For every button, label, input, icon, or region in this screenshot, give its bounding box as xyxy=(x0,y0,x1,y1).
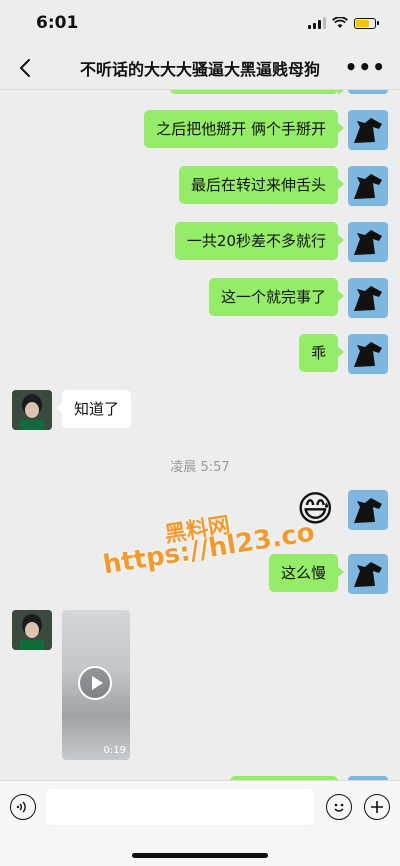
message-bubble[interactable]: 之后把他掰开 俩个手掰开 xyxy=(144,110,344,148)
avatar[interactable] xyxy=(12,610,52,650)
avatar[interactable] xyxy=(348,90,388,94)
chat-header: 不听话的大大大骚逼大黑逼贱母狗 ••• xyxy=(0,46,400,90)
message-bubble[interactable]: 这么慢 xyxy=(268,554,345,592)
home-indicator xyxy=(132,853,268,858)
avatar[interactable] xyxy=(348,278,388,318)
smile-icon[interactable] xyxy=(326,794,352,820)
message-bubble[interactable]: 一共20秒差不多就行 xyxy=(174,222,345,260)
voice-icon[interactable] xyxy=(10,794,36,820)
message-row: 最后在转过来伸舌头 xyxy=(178,166,388,206)
horse-avatar-icon xyxy=(354,342,382,367)
message-input[interactable] xyxy=(46,789,314,825)
message-row: 乖 xyxy=(298,334,388,374)
horse-avatar-icon xyxy=(354,498,382,523)
message-bubble[interactable]: 知道了 xyxy=(55,390,132,428)
message-row: 之后把他掰开 俩个手掰开 xyxy=(144,110,388,150)
message-row xyxy=(170,90,388,95)
avatar[interactable] xyxy=(348,222,388,262)
avatar[interactable] xyxy=(348,110,388,150)
video-message[interactable]: 0:19 xyxy=(62,610,130,760)
plus-icon[interactable] xyxy=(364,794,390,820)
message-list[interactable]: 之后把他掰开 俩个手掰开 最后在转过来伸舌头 一共20秒差不多就行 这一个就完事… xyxy=(0,90,400,780)
message-bubble[interactable]: 乖 xyxy=(298,334,345,372)
horse-avatar-icon xyxy=(354,118,382,143)
signal-icon xyxy=(308,17,326,29)
message-row: 😅 xyxy=(296,490,388,530)
message-row: 一共20秒差不多就行 xyxy=(174,222,388,262)
video-duration: 0:19 xyxy=(103,745,126,756)
horse-avatar-icon xyxy=(354,230,382,255)
horse-avatar-icon xyxy=(354,286,382,311)
message-bubble[interactable] xyxy=(170,90,344,95)
message-bubble[interactable]: 最后在转过来伸舌头 xyxy=(178,166,345,204)
avatar[interactable] xyxy=(348,554,388,594)
wifi-icon xyxy=(332,17,348,28)
avatar[interactable] xyxy=(12,390,52,430)
message-row: 这么慢 xyxy=(268,554,388,594)
horse-avatar-icon xyxy=(354,562,382,587)
watermark-title: 黑料网 xyxy=(162,512,232,548)
avatar[interactable] xyxy=(348,334,388,374)
avatar[interactable] xyxy=(348,166,388,206)
status-icons xyxy=(308,17,379,29)
more-options-icon[interactable]: ••• xyxy=(345,55,386,79)
message-bubble[interactable]: 这一个就完事了 xyxy=(208,278,345,316)
contact-avatar-icon xyxy=(12,610,52,650)
message-row: 这一个就完事了 xyxy=(208,278,388,318)
battery-icon xyxy=(354,17,379,29)
message-row: 知道了 xyxy=(12,390,132,430)
play-icon[interactable] xyxy=(78,666,112,700)
sweat-smile-emoji[interactable]: 😅 xyxy=(296,490,334,530)
message-row: 0:19 xyxy=(12,610,130,760)
status-bar: 6:01 xyxy=(0,0,400,46)
status-time: 6:01 xyxy=(36,13,79,33)
chevron-left-icon[interactable] xyxy=(14,56,38,80)
contact-avatar-icon xyxy=(12,390,52,430)
chat-title: 不听话的大大大骚逼大黑逼贱母狗 xyxy=(79,59,320,79)
horse-avatar-icon xyxy=(354,174,382,199)
message-timestamp: 凌晨 5:57 xyxy=(170,460,230,475)
avatar[interactable] xyxy=(348,490,388,530)
